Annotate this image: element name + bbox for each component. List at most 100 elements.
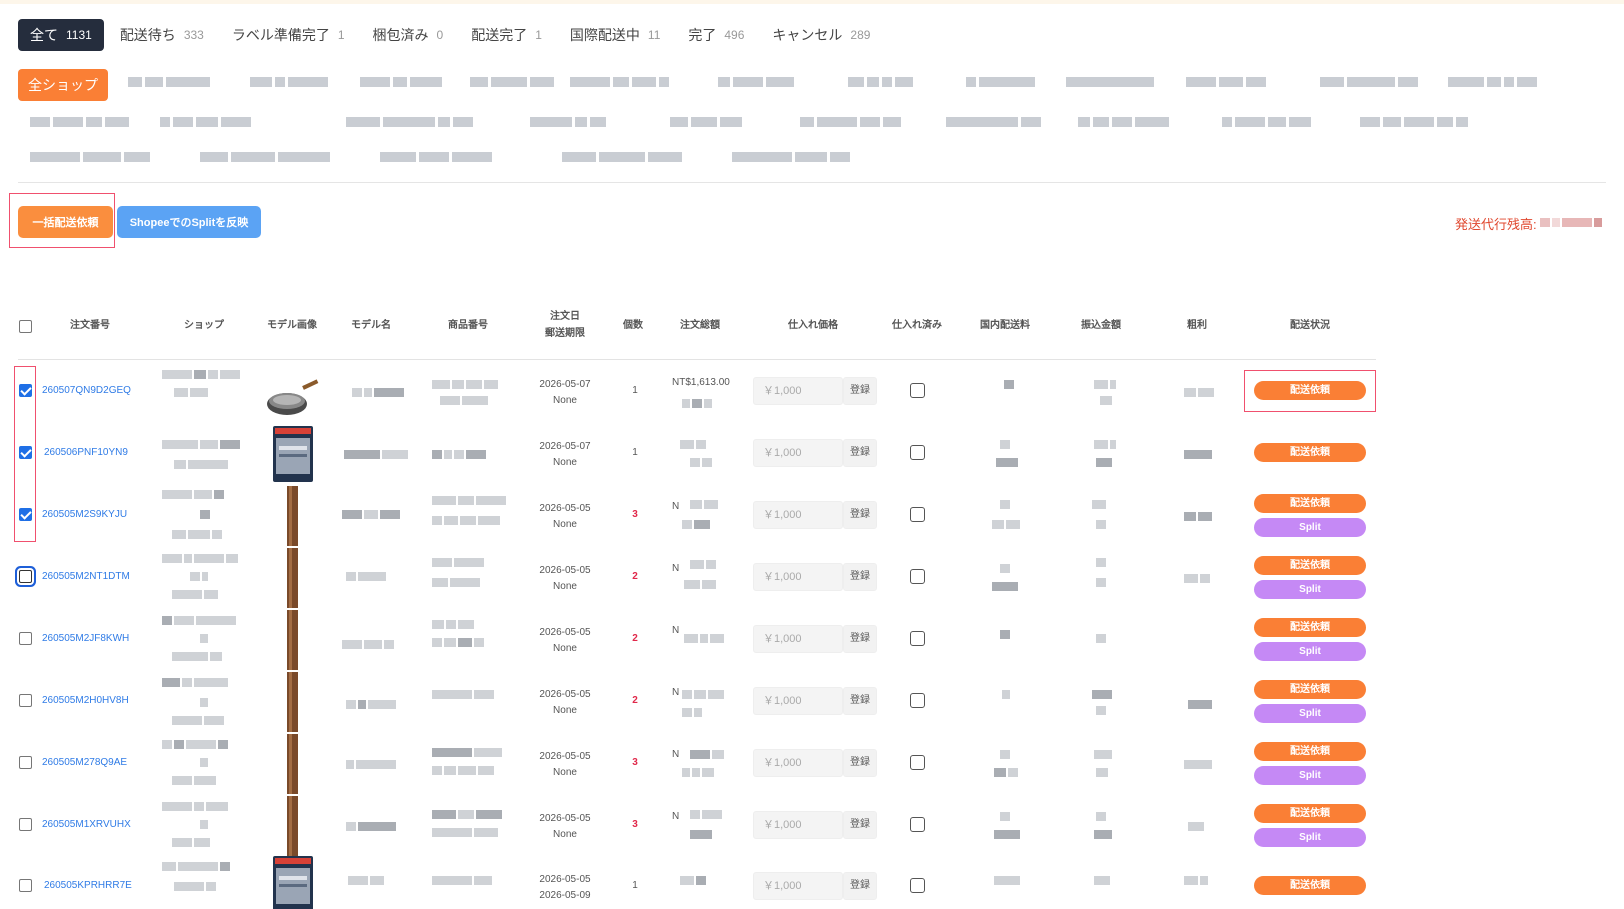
register-button[interactable]: 登録 <box>843 563 877 591</box>
shop-chip[interactable] <box>1186 77 1269 87</box>
register-button[interactable]: 登録 <box>843 811 877 839</box>
shop-chip[interactable] <box>160 117 254 127</box>
order-number-link[interactable]: 260505M2H0HV8H <box>42 695 129 706</box>
purchased-checkbox[interactable] <box>910 878 925 893</box>
bulk-ship-request-button[interactable]: 一括配送依頼 <box>18 206 113 238</box>
order-number-link[interactable]: 260505M1XRVUHX <box>42 819 131 830</box>
shop-chip[interactable] <box>1066 77 1157 87</box>
ship-request-button[interactable]: 配送依頼 <box>1254 381 1366 400</box>
register-button[interactable]: 登録 <box>843 749 877 777</box>
tab-cancelled[interactable]: キャンセル 289 <box>758 19 884 51</box>
ship-request-button[interactable]: 配送依頼 <box>1254 443 1366 462</box>
shop-chip[interactable] <box>946 117 1044 127</box>
shop-chip[interactable] <box>1360 117 1471 127</box>
order-number-link[interactable]: 260505M278Q9AE <box>42 757 127 768</box>
row-select-checkbox[interactable] <box>19 508 32 521</box>
tab-completed[interactable]: 完了 496 <box>674 19 758 51</box>
order-number-link[interactable]: 260507QN9D2GEQ <box>42 385 131 396</box>
purchased-checkbox[interactable] <box>910 569 925 584</box>
order-number-link[interactable]: 260506PNF10YN9 <box>44 447 128 458</box>
shop-chip[interactable] <box>530 117 609 127</box>
shop-chip[interactable] <box>570 77 672 87</box>
purchase-price-input[interactable]: ￥1,000 <box>753 625 843 653</box>
purchase-price-input[interactable]: ￥1,000 <box>753 687 843 715</box>
select-all-checkbox[interactable] <box>19 320 32 333</box>
shop-chip[interactable] <box>30 152 153 162</box>
purchase-price-input[interactable]: ￥1,000 <box>753 749 843 777</box>
purchase-price-input[interactable]: ￥1,000 <box>753 811 843 839</box>
shop-filter-all[interactable]: 全ショップ <box>18 69 108 101</box>
reflect-shopee-split-button[interactable]: ShopeeでのSplitを反映 <box>117 206 261 238</box>
shop-chip[interactable] <box>670 117 745 127</box>
split-button[interactable]: Split <box>1254 828 1366 847</box>
row-select-checkbox[interactable] <box>19 632 32 645</box>
shop-chip[interactable] <box>470 77 557 87</box>
shop-chip[interactable] <box>1320 77 1421 87</box>
ship-request-button[interactable]: 配送依頼 <box>1254 680 1366 699</box>
shop-chip[interactable] <box>360 77 445 87</box>
tab-awaiting-shipment[interactable]: 配送待ち 333 <box>106 19 218 51</box>
register-button[interactable]: 登録 <box>843 872 877 900</box>
purchase-price-input[interactable]: ￥1,000 <box>753 439 843 467</box>
row-select-checkbox[interactable] <box>19 694 32 707</box>
shop-chip[interactable] <box>1222 117 1314 127</box>
purchased-checkbox[interactable] <box>910 693 925 708</box>
tab-international[interactable]: 国際配送中 11 <box>556 19 674 51</box>
row-select-checkbox[interactable] <box>19 446 32 459</box>
tab-label-ready[interactable]: ラベル準備完了 1 <box>218 19 359 51</box>
row-select-checkbox[interactable] <box>19 384 32 397</box>
shop-chip[interactable] <box>562 152 685 162</box>
split-button[interactable]: Split <box>1254 766 1366 785</box>
purchase-price-input[interactable]: ￥1,000 <box>753 563 843 591</box>
split-button[interactable]: Split <box>1254 518 1366 537</box>
ship-request-button[interactable]: 配送依頼 <box>1254 876 1366 895</box>
row-select-checkbox[interactable] <box>19 818 32 831</box>
shop-chip[interactable] <box>718 77 797 87</box>
shop-chip[interactable] <box>732 152 853 162</box>
shop-chip[interactable] <box>1448 77 1540 87</box>
shop-chip[interactable] <box>250 77 331 87</box>
register-button[interactable]: 登録 <box>843 501 877 529</box>
shop-chip[interactable] <box>128 77 213 87</box>
shop-chip[interactable] <box>30 117 132 127</box>
tab-packed[interactable]: 梱包済み 0 <box>359 19 458 51</box>
order-number-link[interactable]: 260505M2NT1DTM <box>42 571 130 582</box>
ship-request-button[interactable]: 配送依頼 <box>1254 618 1366 637</box>
register-button[interactable]: 登録 <box>843 439 877 467</box>
shop-chip[interactable] <box>800 117 904 127</box>
purchased-checkbox[interactable] <box>910 631 925 646</box>
order-number-link[interactable]: 260505M2JF8KWH <box>42 633 129 644</box>
shop-chip[interactable] <box>200 152 333 162</box>
purchased-checkbox[interactable] <box>910 445 925 460</box>
register-button[interactable]: 登録 <box>843 687 877 715</box>
row-select-checkbox[interactable] <box>19 756 32 769</box>
purchase-price-input[interactable]: ￥1,000 <box>753 872 843 900</box>
register-button[interactable]: 登録 <box>843 625 877 653</box>
ship-request-button[interactable]: 配送依頼 <box>1254 556 1366 575</box>
ship-request-button[interactable]: 配送依頼 <box>1254 804 1366 823</box>
purchase-price-input[interactable]: ￥1,000 <box>753 377 843 405</box>
shop-chip[interactable] <box>346 117 476 127</box>
purchased-checkbox[interactable] <box>910 383 925 398</box>
row-select-checkbox[interactable] <box>19 879 32 892</box>
purchase-price-input[interactable]: ￥1,000 <box>753 501 843 529</box>
tab-all[interactable]: 全て 1131 <box>18 19 104 51</box>
row-select-checkbox[interactable] <box>19 570 32 583</box>
split-button[interactable]: Split <box>1254 642 1366 661</box>
purchased-checkbox[interactable] <box>910 817 925 832</box>
purchased-checkbox[interactable] <box>910 755 925 770</box>
tab-shipped[interactable]: 配送完了 1 <box>457 19 556 51</box>
shop-chip[interactable] <box>848 77 916 87</box>
register-button[interactable]: 登録 <box>843 377 877 405</box>
ship-request-button[interactable]: 配送依頼 <box>1254 494 1366 513</box>
order-number-link[interactable]: 260505KPRHRR7E <box>44 880 132 891</box>
purchased-checkbox[interactable] <box>910 507 925 522</box>
shop-chip[interactable] <box>966 77 1038 87</box>
table-row: 260505M2NT1DTM 2026-05-05 None 2 N ￥1,000… <box>0 548 1380 610</box>
split-button[interactable]: Split <box>1254 580 1366 599</box>
ship-request-button[interactable]: 配送依頼 <box>1254 742 1366 761</box>
shop-chip[interactable] <box>1078 117 1172 127</box>
split-button[interactable]: Split <box>1254 704 1366 723</box>
order-number-link[interactable]: 260505M2S9KYJU <box>42 509 127 520</box>
shop-chip[interactable] <box>380 152 495 162</box>
